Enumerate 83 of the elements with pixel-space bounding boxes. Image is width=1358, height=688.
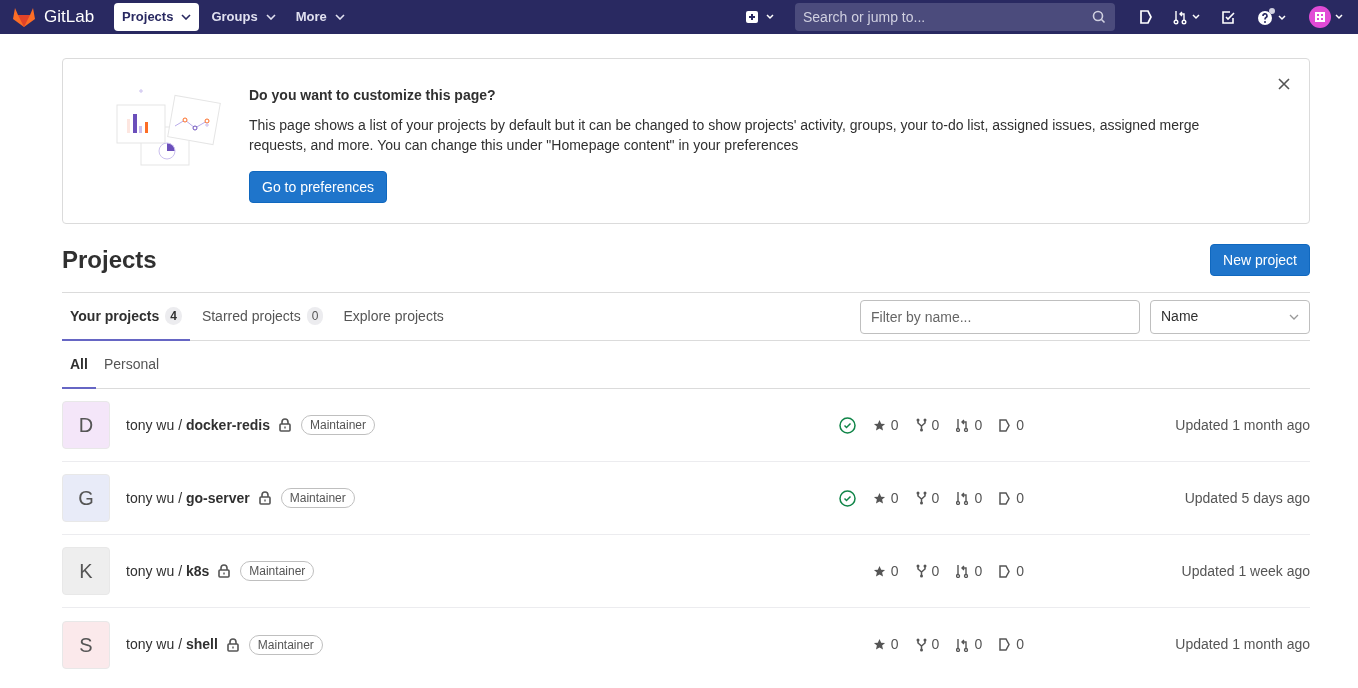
updated-time: Updated 1 month ago	[1174, 635, 1310, 654]
stat-count: 0	[931, 561, 940, 581]
preferences-button[interactable]: Go to preferences	[249, 171, 388, 203]
merge-request-icon	[956, 637, 970, 652]
nav-menu-item[interactable]: Projects	[114, 3, 200, 31]
merge-request-icon	[956, 491, 970, 505]
lock-icon	[226, 637, 239, 652]
chevron-down-icon	[265, 14, 276, 20]
sort-dropdown[interactable]: Name	[1150, 299, 1310, 334]
todo-checkbox-icon[interactable]	[1221, 9, 1236, 25]
chevron-down-icon	[1289, 313, 1299, 320]
project-link[interactable]: tony wu / docker-redis	[126, 414, 270, 436]
stat-count: 0	[890, 488, 899, 508]
star-icon	[872, 564, 886, 578]
updated-time: Updated 1 month ago	[1174, 415, 1310, 435]
filter-field[interactable]: Filter by name...	[860, 299, 1140, 334]
user-avatar-icon[interactable]	[1308, 5, 1346, 29]
project-tab[interactable]: Starred projects 0	[193, 293, 332, 341]
stat-count: 0	[890, 561, 899, 581]
filter-tab[interactable]: All	[62, 341, 96, 389]
stat-count: 0	[1016, 415, 1024, 435]
new-project-button[interactable]: New project	[1210, 244, 1310, 276]
nav-menu-item[interactable]: Groups	[203, 3, 284, 31]
count-badge: 4	[165, 307, 182, 325]
stat-count: 0	[974, 415, 983, 435]
project-link[interactable]: tony wu / go-server	[126, 487, 250, 509]
chevron-down-icon	[181, 14, 192, 20]
filter-tab[interactable]: Personal	[95, 341, 168, 389]
fox-logo-icon[interactable]	[12, 6, 36, 28]
close-icon[interactable]	[1278, 78, 1290, 90]
lock-icon	[218, 564, 231, 578]
issues-icon	[999, 564, 1012, 578]
stat-count: 0	[1016, 488, 1024, 508]
fork-icon	[915, 491, 927, 505]
project-tab[interactable]: Your projects 4	[62, 293, 190, 341]
search-icon	[1092, 10, 1106, 24]
nav-menu-item[interactable]: More	[287, 3, 353, 31]
merge-request-icon	[956, 564, 970, 578]
project-link[interactable]: tony wu / shell	[126, 634, 218, 655]
stat-count: 0	[1016, 561, 1024, 581]
star-icon	[872, 418, 886, 432]
fork-icon	[915, 564, 927, 578]
issues-icon	[999, 491, 1012, 505]
stat-count: 0	[974, 635, 983, 654]
issues-icon	[999, 418, 1012, 432]
lock-icon	[278, 418, 291, 432]
fork-icon	[915, 418, 927, 432]
project-avatar[interactable]: S	[62, 620, 110, 669]
stat-count: 0	[890, 415, 899, 435]
search-field[interactable]: Search or jump to...	[795, 3, 1115, 31]
project-link[interactable]: tony wu / k8s	[126, 560, 210, 582]
help-icon[interactable]	[1256, 7, 1288, 27]
sort-value: Name	[1161, 307, 1199, 326]
project-avatar[interactable]: D	[62, 401, 110, 449]
banner-text: This page shows a list of your projects by default but it can be changed to show projects' activity, groups, your to-do list, assigned issues, assigned merge requests, and more. You can change this under "Homepage content" in your preferences	[249, 116, 1201, 155]
plus-square-icon[interactable]	[745, 10, 775, 24]
issues-icon[interactable]	[1139, 9, 1153, 25]
stat-count: 0	[931, 635, 940, 654]
pipeline-passed-icon[interactable]	[838, 489, 856, 507]
stat-count: 0	[931, 415, 940, 435]
merge-request-icon[interactable]	[1173, 9, 1201, 25]
count-badge: 0	[306, 307, 324, 325]
issues-icon	[999, 638, 1012, 651]
stat-count: 0	[974, 488, 983, 508]
stat-count: 0	[931, 488, 940, 508]
merge-request-icon	[956, 418, 970, 432]
brand-name[interactable]: GitLab	[44, 4, 95, 30]
chevron-down-icon	[334, 14, 345, 20]
project-avatar[interactable]: G	[62, 474, 110, 522]
stat-count: 0	[1016, 635, 1024, 654]
fork-icon	[915, 637, 927, 652]
updated-time: Updated 1 week ago	[1180, 561, 1310, 581]
banner-title: Do you want to customize this page?	[249, 86, 497, 105]
updated-time: Updated 5 days ago	[1183, 488, 1310, 508]
project-tab[interactable]: Explore projects	[335, 293, 452, 341]
project-avatar[interactable]: K	[62, 547, 110, 595]
star-icon	[872, 638, 886, 651]
star-icon	[872, 491, 886, 505]
pipeline-passed-icon[interactable]	[838, 416, 856, 434]
stat-count: 0	[974, 561, 983, 581]
stat-count: 0	[890, 635, 899, 654]
lock-icon	[258, 491, 271, 505]
page-title: Projects	[62, 245, 157, 275]
